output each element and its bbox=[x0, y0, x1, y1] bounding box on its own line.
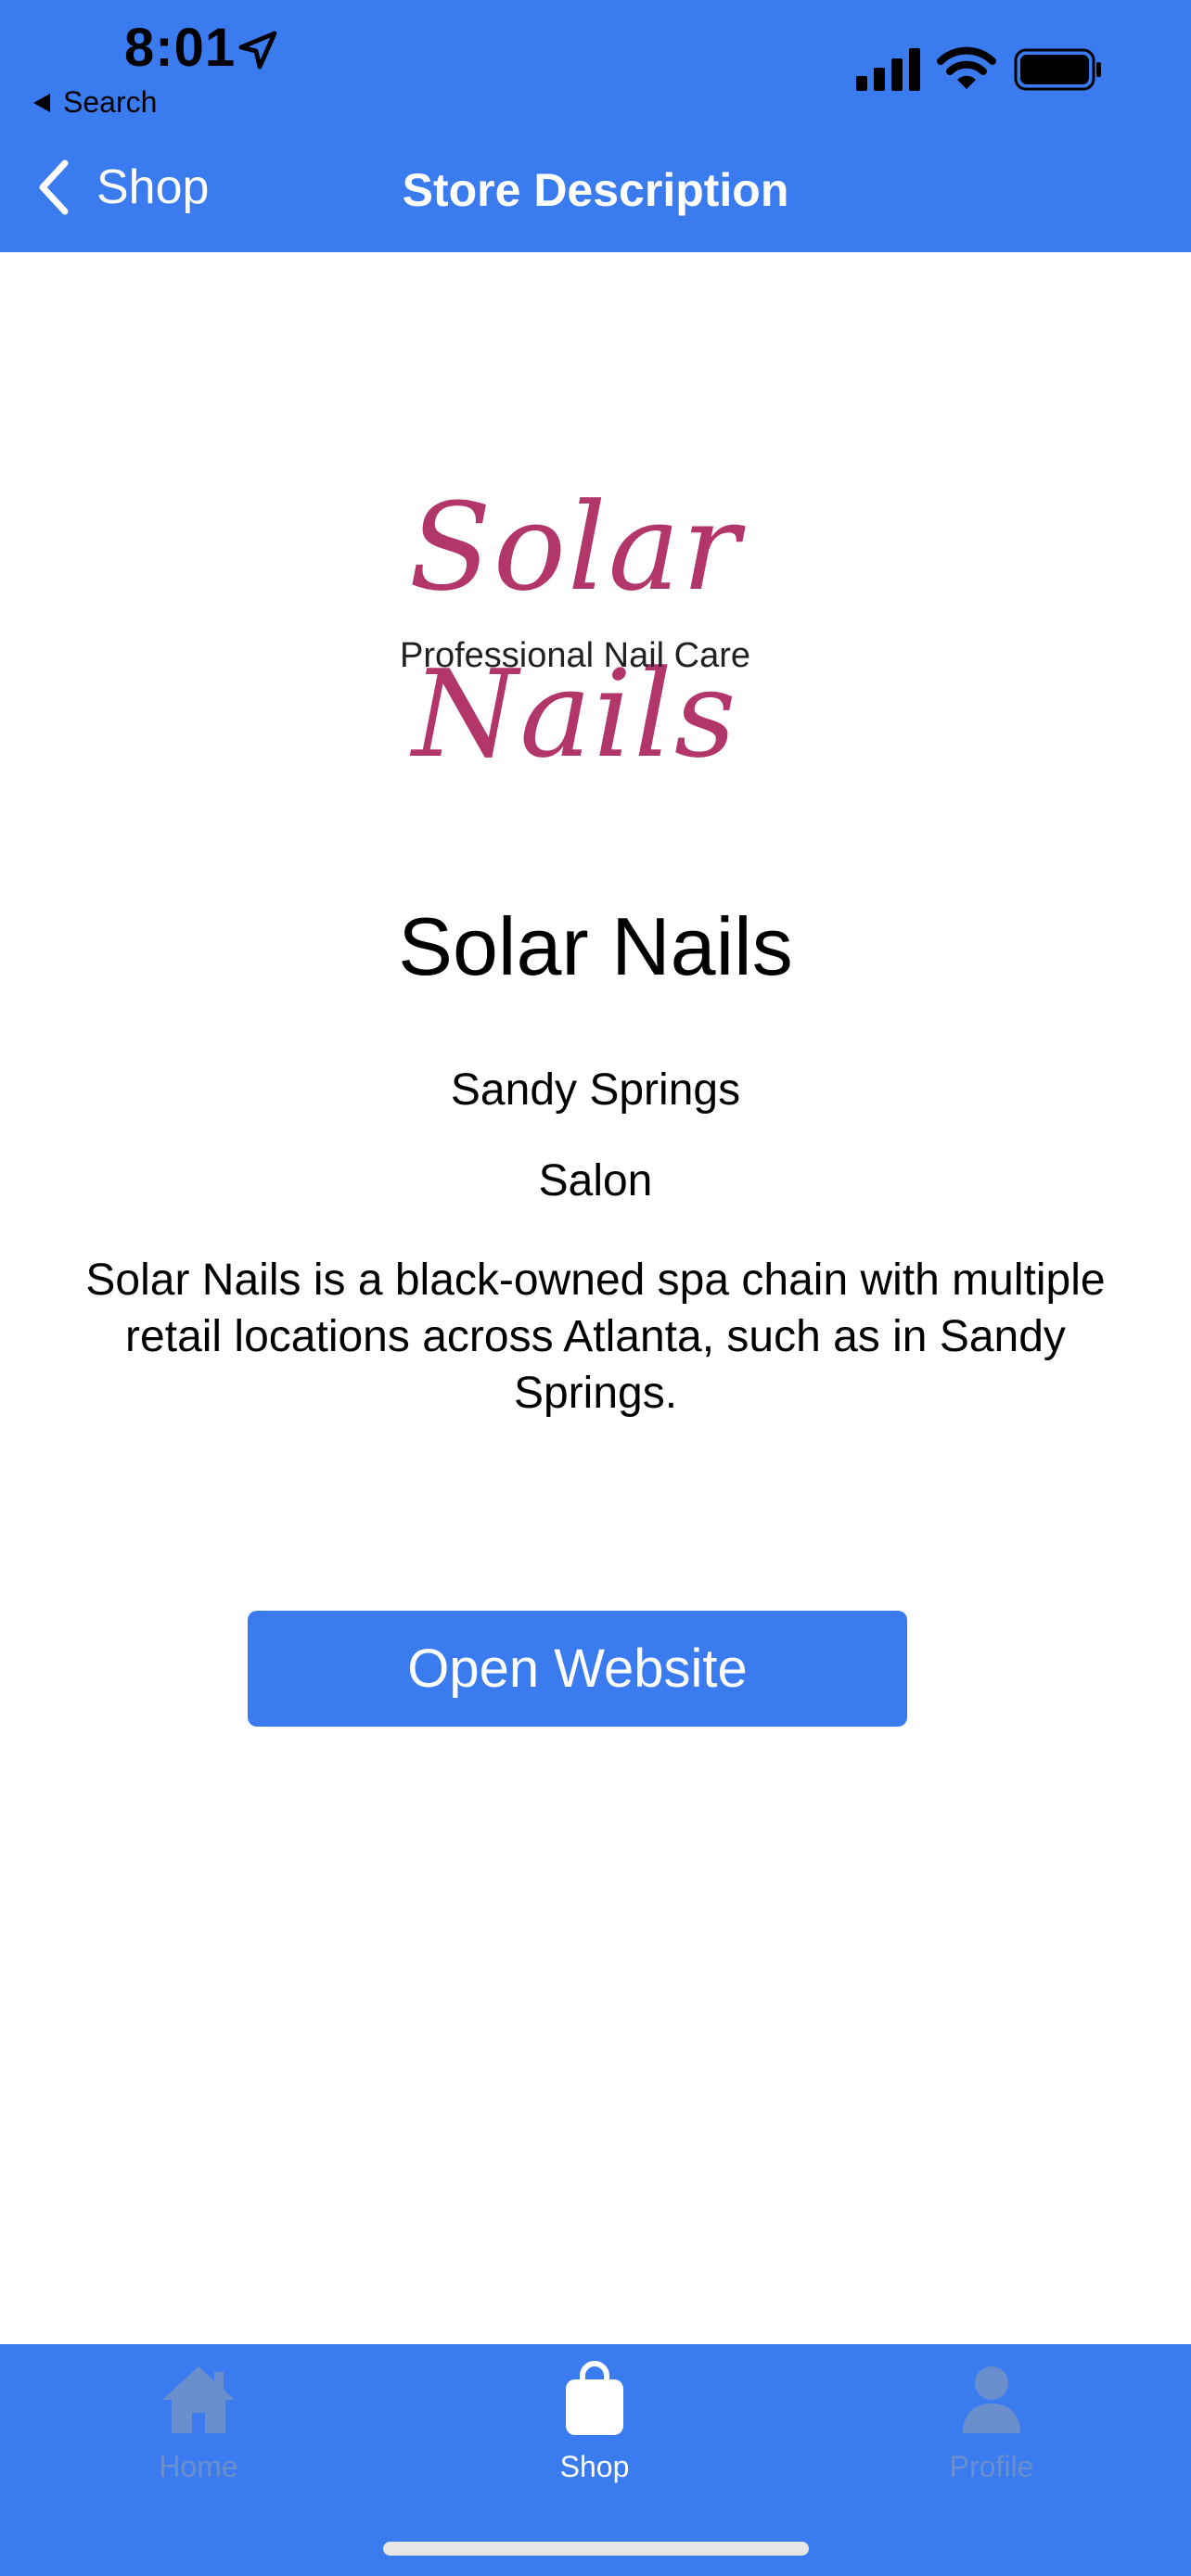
page-title: Store Description bbox=[402, 164, 789, 216]
store-category: Salon bbox=[538, 1156, 653, 1205]
store-logo: Solar Nails Professional Nail Care bbox=[297, 464, 853, 784]
back-triangle-icon bbox=[33, 93, 50, 112]
tab-shop[interactable]: Shop bbox=[465, 2361, 724, 2484]
wifi-icon bbox=[937, 46, 996, 89]
tab-profile-label: Profile bbox=[949, 2450, 1034, 2483]
store-description: Solar Nails is a black-owned spa chain w… bbox=[85, 1256, 1106, 1418]
top-bar: 8:01 Search Shop Store Description bbox=[0, 0, 1191, 252]
tab-shop-label: Shop bbox=[559, 2450, 630, 2483]
store-location: Sandy Springs bbox=[450, 1065, 741, 1115]
open-website-button[interactable]: Open Website bbox=[248, 1611, 907, 1727]
battery-icon bbox=[1014, 48, 1101, 91]
home-icon bbox=[162, 2366, 235, 2433]
status-time: 8:01 bbox=[124, 18, 237, 78]
logo-script-text: Solar Nails bbox=[408, 477, 742, 784]
status-back-to-app[interactable]: Search bbox=[33, 85, 157, 120]
home-indicator[interactable] bbox=[383, 2542, 809, 2556]
tab-profile[interactable]: Profile bbox=[862, 2361, 1121, 2484]
location-arrow-icon bbox=[238, 31, 277, 70]
cellular-signal-icon bbox=[856, 48, 920, 91]
tab-home-label: Home bbox=[159, 2450, 238, 2483]
status-back-app-label: Search bbox=[63, 85, 158, 119]
shopping-bag-icon bbox=[566, 2361, 623, 2435]
store-name: Solar Nails bbox=[398, 900, 793, 992]
tab-home[interactable]: Home bbox=[69, 2361, 328, 2484]
logo-tagline: Professional Nail Care bbox=[399, 636, 751, 675]
person-icon bbox=[963, 2366, 1020, 2433]
